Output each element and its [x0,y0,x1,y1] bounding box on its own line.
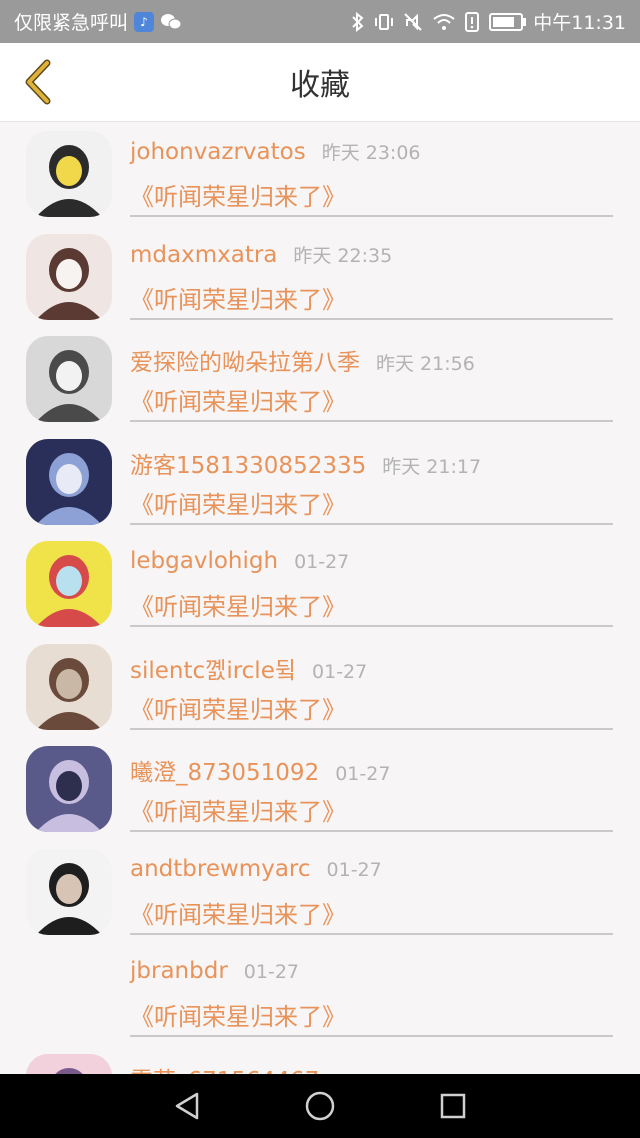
user-name[interactable]: mdaxmxatra [130,242,277,268]
name-line: lebgavlohigh 01-27 [130,548,349,574]
favorite-content: 雷花_67156446701-27 [130,1045,613,1075]
name-line: 雷花_67156446701-27 [130,1061,390,1075]
name-line: jbranbdr 01-27 [130,958,299,984]
favorite-content: 爱探险的呦朵拉第八季 昨天 21:56 《听闻荣星归来了》 [130,327,613,422]
user-name[interactable]: andtbrewmyarc [130,856,311,882]
user-name[interactable]: jbranbdr [130,958,228,984]
favorites-list: johonvazrvatos 昨天 23:06 《听闻荣星归来了》 mdaxmxatr… [0,122,640,1074]
user-name[interactable]: 曦澄_873051092 [130,760,319,786]
favorite-row[interactable]: andtbrewmyarc 01-27 《听闻荣星归来了》 [0,840,640,943]
avatar[interactable] [26,131,112,217]
avatar[interactable] [26,438,112,525]
wechat-icon [161,13,182,29]
mute-icon [404,12,422,31]
favorite-row[interactable]: jbranbdr 01-27 《听闻荣星归来了》 [0,942,640,1045]
book-title[interactable]: 《听闻荣星归来了》 [130,792,346,827]
name-line: mdaxmxatra 昨天 22:35 [130,241,392,268]
book-title[interactable]: 《听闻荣星归来了》 [130,997,346,1032]
page-title: 收藏 [290,68,350,103]
timestamp: 昨天 23:06 [321,142,421,164]
circle-home-icon [305,1091,335,1121]
alert-sim-icon [465,11,480,32]
avatar[interactable] [26,1053,112,1074]
timestamp: 01-27 [294,551,350,573]
book-title[interactable]: 《听闻荣星归来了》 [130,485,346,520]
system-nav-bar [0,1074,640,1138]
user-name[interactable]: 爱探险的呦朵拉第八季 [130,350,360,376]
timestamp: 昨天 21:56 [376,353,475,375]
favorite-row[interactable]: 雷花_67156446701-27 [0,1045,640,1075]
book-title[interactable]: 《听闻荣星归来了》 [130,382,346,417]
clock: 中午11:31 [533,12,626,34]
favorite-row[interactable]: 曦澄_873051092 01-27 《听闻荣星归来了》 [0,737,640,840]
back-button[interactable] [12,55,62,109]
book-title[interactable]: 《听闻荣星归来了》 [130,895,346,930]
name-line: 曦澄_873051092 01-27 [130,753,390,787]
square-recents-icon [441,1093,466,1119]
wifi-icon [433,13,455,30]
battery-icon [489,12,527,31]
user-name[interactable]: lebgavlohigh [130,548,278,574]
timestamp: 昨天 22:35 [293,244,393,267]
user-name[interactable]: 游客1581330852335 [130,453,366,479]
name-line: 爱探险的呦朵拉第八季 昨天 21:56 [130,343,475,377]
favorite-row[interactable]: silentc꼜ircle뒼 01-27 《听闻荣星归来了》 [0,635,640,738]
avatar[interactable] [26,541,112,627]
avatar[interactable] [26,643,112,730]
favorite-row[interactable]: 游客1581330852335 昨天 21:17 《听闻荣星归来了》 [0,430,640,533]
status-bar: 仅限紧急呼叫 ♪ 中午11:31 [0,0,640,43]
carrier-text: 仅限紧急呼叫 [14,12,129,34]
back-nav-button[interactable] [167,1086,207,1126]
favorite-content: 曦澄_873051092 01-27 《听闻荣星归来了》 [130,737,613,832]
book-title[interactable]: 《听闻荣星归来了》 [130,587,346,622]
book-title[interactable]: 《听闻荣星归来了》 [130,690,346,725]
user-name[interactable]: johonvazrvatos [130,139,306,165]
favorite-row[interactable]: johonvazrvatos 昨天 23:06 《听闻荣星归来了》 [0,122,640,225]
user-name[interactable]: silentc꼜ircle뒼 [130,658,296,684]
bluetooth-icon [352,11,364,32]
avatar[interactable] [26,746,112,832]
timestamp: 01-27 [312,660,368,683]
chevron-left-icon [25,59,51,105]
home-nav-button[interactable] [300,1086,340,1126]
favorite-content: andtbrewmyarc 01-27 《听闻荣星归来了》 [130,840,613,935]
avatar[interactable] [26,336,112,422]
favorite-row[interactable]: lebgavlohigh 01-27 《听闻荣星归来了》 [0,532,640,635]
favorite-content: johonvazrvatos 昨天 23:06 《听闻荣星归来了》 [130,122,613,217]
triangle-back-icon [175,1092,198,1120]
music-app-icon: ♪ [134,11,155,32]
favorite-content: mdaxmxatra 昨天 22:35 《听闻荣星归来了》 [130,225,613,320]
favorite-row[interactable]: mdaxmxatra 昨天 22:35 《听闻荣星归来了》 [0,225,640,328]
favorite-content: silentc꼜ircle뒼 01-27 《听闻荣星归来了》 [130,635,613,730]
book-title[interactable]: 《听闻荣星归来了》 [130,280,346,315]
name-line: 游客1581330852335 昨天 21:17 [130,446,481,480]
timestamp: 01-27 [326,858,382,881]
avatar[interactable] [26,233,112,320]
timestamp: 01-27 [335,763,391,785]
timestamp: 01-27 [243,961,299,983]
recents-nav-button[interactable] [433,1086,473,1126]
name-line: andtbrewmyarc 01-27 [130,856,382,882]
timestamp: 昨天 21:17 [382,455,482,478]
name-line: silentc꼜ircle뒼 01-27 [130,651,367,685]
favorite-content: lebgavlohigh 01-27 《听闻荣星归来了》 [130,532,613,627]
vibrate-icon [375,13,394,30]
avatar[interactable] [26,848,112,935]
book-title[interactable]: 《听闻荣星归来了》 [130,177,346,212]
favorite-row[interactable]: 爱探险的呦朵拉第八季 昨天 21:56 《听闻荣星归来了》 [0,327,640,430]
favorite-content: 游客1581330852335 昨天 21:17 《听闻荣星归来了》 [130,430,613,525]
name-line: johonvazrvatos 昨天 23:06 [130,138,421,165]
favorite-content: jbranbdr 01-27 《听闻荣星归来了》 [130,942,613,1037]
app-header: 收藏 [0,43,640,122]
